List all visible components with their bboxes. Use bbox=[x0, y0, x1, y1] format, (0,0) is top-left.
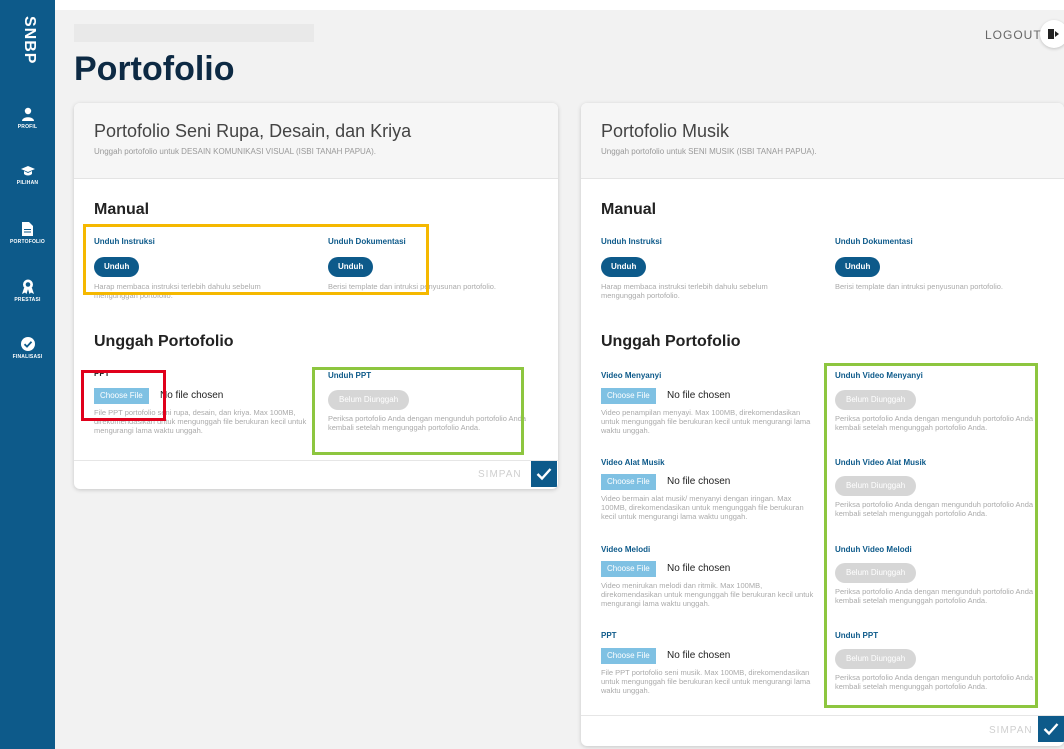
card-footer-divider bbox=[581, 715, 1064, 716]
ppt-hint: File PPT portofolio seni musik. Max 100M… bbox=[601, 668, 811, 695]
highlight-manual-downloads bbox=[83, 224, 429, 295]
video-melodi-label: Video Melodi bbox=[601, 545, 651, 554]
sidebar-item-portofolio[interactable]: PORTOFOLIO bbox=[0, 222, 55, 245]
choose-file-button[interactable]: Choose File bbox=[601, 388, 656, 404]
unduh-dokumentasi-button[interactable]: Unduh bbox=[835, 257, 881, 277]
file-status: No file chosen bbox=[667, 476, 731, 487]
card-header: Portofolio Musik Unggah portofolio untuk… bbox=[581, 103, 1064, 179]
highlight-unduh-musik bbox=[824, 363, 1038, 708]
highlight-choose-file bbox=[81, 370, 166, 421]
logout-button[interactable] bbox=[1040, 20, 1064, 48]
video-melodi-hint: Video menirukan melodi dan ritmik. Max 1… bbox=[601, 581, 814, 608]
document-icon bbox=[22, 222, 33, 236]
check-icon bbox=[536, 468, 552, 481]
choose-file-button[interactable]: Choose File bbox=[601, 561, 656, 577]
unggah-portofolio-heading: Unggah Portofolio bbox=[94, 333, 234, 350]
card-subtitle: Unggah portofolio untuk SENI MUSIK (ISBI… bbox=[601, 147, 817, 156]
unggah-portofolio-heading: Unggah Portofolio bbox=[601, 333, 741, 350]
choose-file-button[interactable]: Choose File bbox=[601, 648, 656, 664]
simpan-label: SIMPAN bbox=[478, 469, 522, 480]
ppt-label: PPT bbox=[601, 631, 617, 640]
user-icon bbox=[21, 107, 34, 121]
file-status: No file chosen bbox=[667, 563, 731, 574]
graduation-cap-icon bbox=[20, 166, 35, 176]
sidebar-item-pilihan[interactable]: PILIHAN bbox=[0, 165, 55, 186]
unduh-instruksi-label: Unduh Instruksi bbox=[601, 237, 662, 246]
unduh-dokumentasi-label: Unduh Dokumentasi bbox=[835, 237, 913, 246]
check-icon bbox=[1043, 723, 1059, 736]
sidebar-item-finalisasi[interactable]: FINALISASI bbox=[0, 337, 55, 360]
card-header: Portofolio Seni Rupa, Desain, dan Kriya … bbox=[74, 103, 558, 179]
sidebar-item-prestasi[interactable]: PRESTASI bbox=[0, 279, 55, 303]
file-status: No file chosen bbox=[667, 650, 731, 661]
check-circle-icon bbox=[20, 337, 35, 351]
video-alat-musik-label: Video Alat Musik bbox=[601, 458, 665, 467]
video-menyanyi-label: Video Menyanyi bbox=[601, 371, 662, 380]
card-title: Portofolio Seni Rupa, Desain, dan Kriya bbox=[94, 121, 412, 141]
sidebar: SNBP PROFIL PILIHAN PORTOFOLIO PRESTASI … bbox=[0, 0, 55, 749]
page-title: Portofolio bbox=[74, 50, 235, 88]
card-title: Portofolio Musik bbox=[601, 121, 730, 141]
logout-link[interactable]: LOGOUT bbox=[985, 28, 1042, 42]
manual-heading: Manual bbox=[601, 201, 657, 218]
simpan-label: SIMPAN bbox=[989, 725, 1033, 736]
simpan-button[interactable] bbox=[1038, 716, 1064, 742]
award-icon bbox=[21, 279, 34, 294]
brand-logo[interactable]: SNBP bbox=[8, 16, 48, 86]
card-footer-divider bbox=[74, 460, 558, 461]
simpan-button[interactable] bbox=[531, 461, 557, 487]
card-subtitle: Unggah portofolio untuk DESAIN KOMUNIKAS… bbox=[94, 147, 377, 156]
file-status: No file chosen bbox=[667, 390, 731, 401]
file-status: No file chosen bbox=[160, 390, 224, 401]
video-alat-musik-hint: Video bermain alat musik/ menyanyi denga… bbox=[601, 494, 804, 521]
top-strip bbox=[0, 0, 1064, 10]
logout-icon bbox=[1048, 29, 1059, 39]
instruksi-hint: Harap membaca instruksi terlebih dahulu … bbox=[601, 282, 768, 300]
manual-heading: Manual bbox=[94, 201, 150, 218]
highlight-unduh-ppt bbox=[312, 367, 524, 455]
video-menyanyi-hint: Video penampilan menyayi. Max 100MB, dir… bbox=[601, 408, 811, 435]
choose-file-button[interactable]: Choose File bbox=[601, 474, 656, 490]
breadcrumb-placeholder bbox=[74, 24, 314, 42]
dokumentasi-hint: Berisi template dan intruksi penyusunan … bbox=[835, 282, 1004, 291]
unduh-instruksi-button[interactable]: Unduh bbox=[601, 257, 647, 277]
sidebar-item-profil[interactable]: PROFIL bbox=[0, 107, 55, 130]
